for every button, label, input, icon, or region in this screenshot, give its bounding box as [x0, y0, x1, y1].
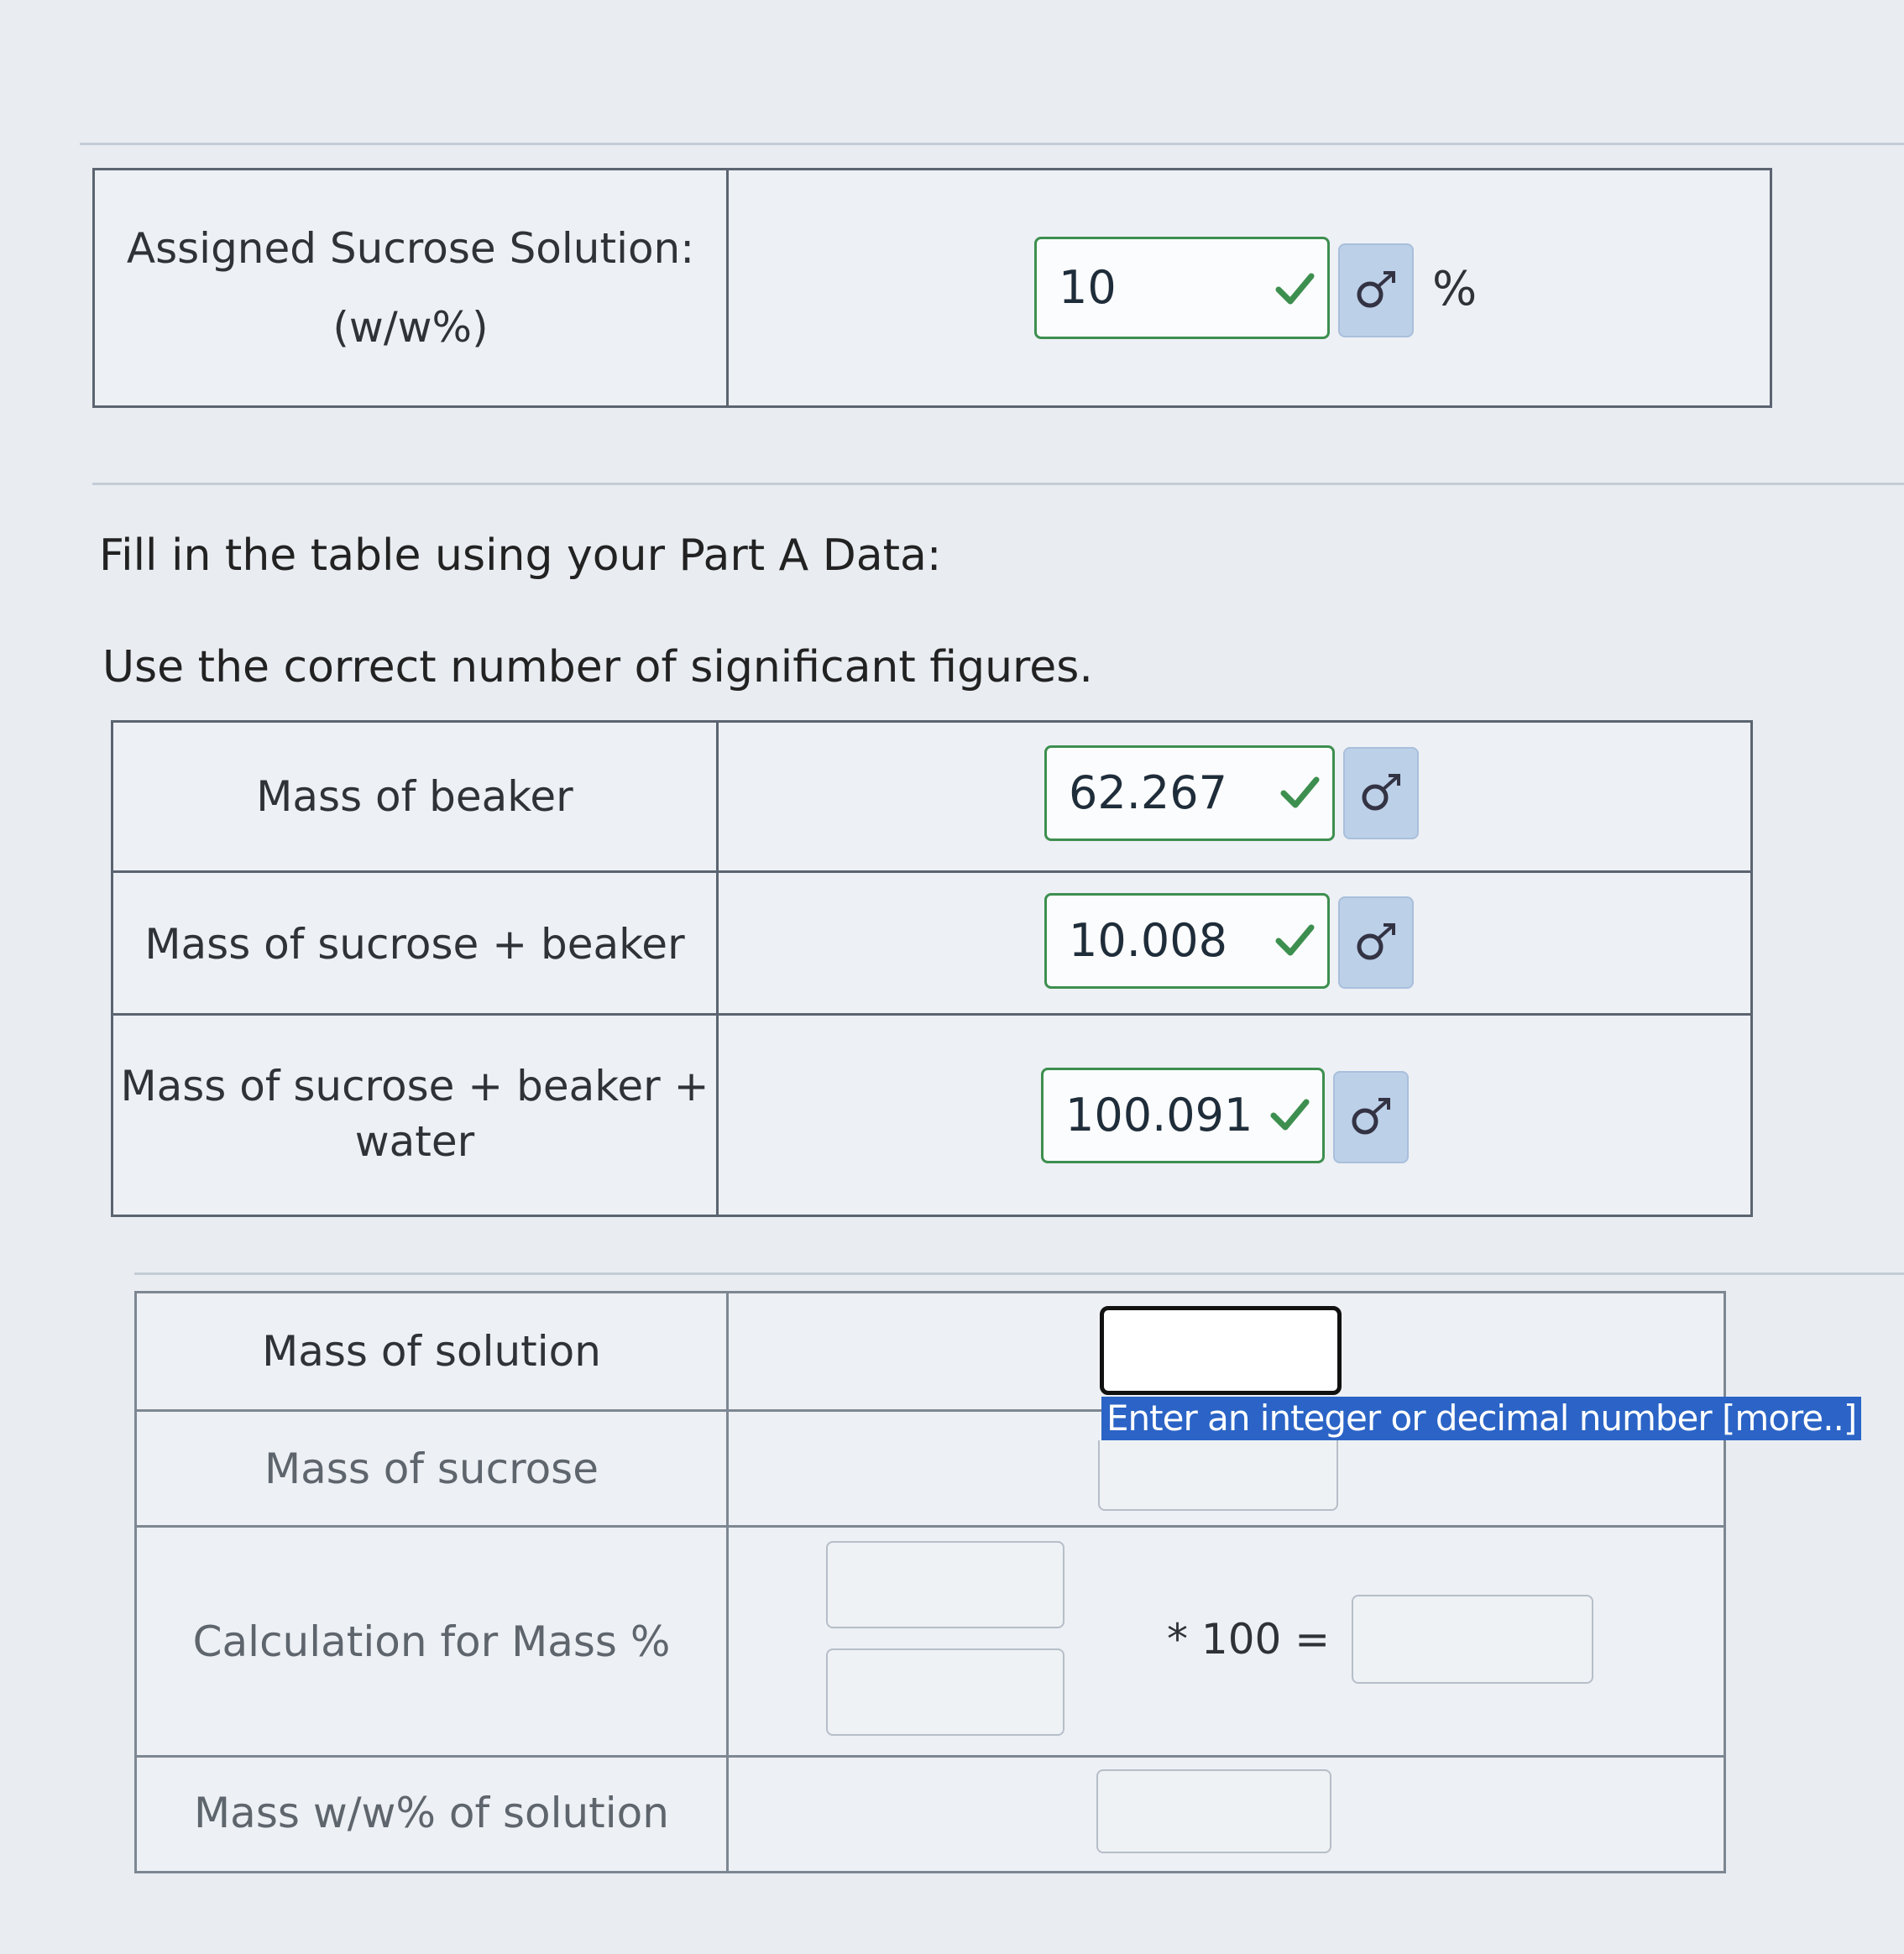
- mass-sucrose-input[interactable]: [1098, 1440, 1338, 1511]
- assigned-solution-table: Assigned Sucrose Solution: (w/w%): [92, 168, 1772, 408]
- mass-solution-input[interactable]: [1100, 1306, 1342, 1395]
- row-label-mass-sucrose-beaker: Mass of sucrose + beaker: [144, 920, 685, 969]
- table-row: Mass of beaker: [113, 723, 1750, 870]
- row-label-calculation: Calculation for Mass %: [192, 1617, 671, 1666]
- sig-fig-instruction: Use the correct number of significant fi…: [102, 642, 1093, 692]
- top-divider: [80, 143, 1904, 145]
- answer-value: 62.267: [1069, 766, 1227, 819]
- row-label-mass-sucrose: Mass of sucrose: [264, 1444, 599, 1493]
- table-row: Mass of sucrose + beaker + water: [113, 1013, 1750, 1217]
- assigned-solution-label: Assigned Sucrose Solution: (w/w%): [126, 224, 695, 352]
- row-label-mass-beaker: Mass of beaker: [256, 772, 573, 821]
- answer-value: 100.091: [1065, 1089, 1253, 1142]
- symbol-button[interactable]: [1338, 896, 1414, 989]
- section-divider: [134, 1272, 1904, 1275]
- instruction-heading: Fill in the table using your Part A Data…: [99, 530, 942, 581]
- symbol-button[interactable]: [1343, 747, 1419, 839]
- mass-beaker-answer[interactable]: 62.267: [1044, 745, 1335, 841]
- table-row: Mass w/w% of solution: [137, 1755, 1724, 1873]
- sigma-symbol-icon: [1357, 271, 1395, 308]
- mass-sucrose-beaker-answer[interactable]: 10.008: [1044, 893, 1330, 989]
- row-label-mass-sucrose-beaker-water: Mass of sucrose + beaker + water: [120, 1062, 709, 1166]
- more-link[interactable]: [more..]: [1722, 1398, 1857, 1439]
- symbol-button[interactable]: [1333, 1071, 1409, 1163]
- table-row: Mass of solution: [137, 1293, 1724, 1409]
- table-row: Mass of sucrose + beaker: [113, 870, 1750, 1016]
- mass-ww-input[interactable]: [1096, 1769, 1331, 1853]
- check-icon: [1275, 924, 1315, 956]
- answer-value: 10.008: [1069, 914, 1227, 967]
- sigma-symbol-icon: [1352, 1098, 1390, 1135]
- percent-unit: %: [1432, 262, 1478, 316]
- sigma-symbol-icon: [1362, 774, 1400, 811]
- times-hundred-text: * 100 =: [1167, 1615, 1331, 1664]
- row-label-mass-solution: Mass of solution: [262, 1327, 601, 1376]
- input-hint-tooltip: Enter an integer or decimal number [more…: [1101, 1397, 1862, 1440]
- symbol-button[interactable]: [1338, 243, 1414, 337]
- calculation-result-input[interactable]: [1352, 1595, 1593, 1684]
- assigned-solution-answer[interactable]: 10: [1034, 237, 1330, 339]
- row-label-mass-ww: Mass w/w% of solution: [194, 1789, 669, 1837]
- check-icon: [1280, 776, 1320, 808]
- part-a-data-table: Mass of beaker Mass of sucrose + beaker …: [111, 720, 1753, 1217]
- column-divider: [726, 170, 729, 405]
- denominator-input[interactable]: [826, 1648, 1064, 1736]
- section-divider: [92, 483, 1904, 485]
- check-icon: [1275, 273, 1315, 305]
- tooltip-text: Enter an integer or decimal number: [1106, 1398, 1723, 1439]
- check-icon: [1270, 1099, 1310, 1131]
- mass-sucrose-beaker-water-answer[interactable]: 100.091: [1041, 1068, 1325, 1163]
- sigma-symbol-icon: [1357, 923, 1395, 960]
- numerator-input[interactable]: [826, 1541, 1064, 1628]
- answer-value: 10: [1059, 261, 1117, 314]
